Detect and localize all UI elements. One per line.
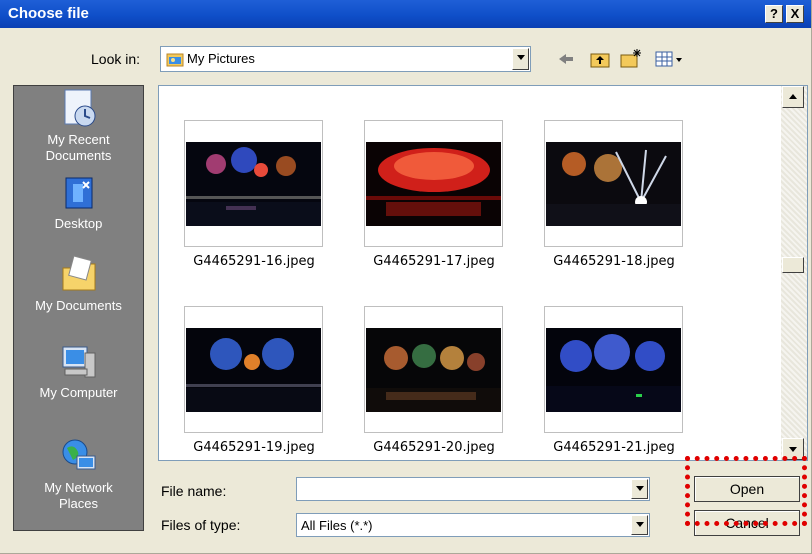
- place-my-computer[interactable]: My Computer: [14, 341, 143, 401]
- place-label: My Network Places: [44, 480, 113, 511]
- file-name-21[interactable]: G4465291-21.jpeg: [534, 440, 694, 455]
- scroll-up-button[interactable]: [782, 86, 804, 108]
- file-type-dropdown-button[interactable]: [631, 515, 648, 535]
- file-name-19[interactable]: G4465291-19.jpeg: [174, 440, 334, 455]
- create-new-folder-icon[interactable]: [620, 48, 642, 68]
- back-icon[interactable]: [557, 52, 575, 66]
- file-name-input[interactable]: [296, 477, 650, 501]
- fireworks-photo: [186, 142, 321, 226]
- title-bar[interactable]: Choose file ? X: [0, 0, 811, 28]
- place-label: Desktop: [54, 216, 103, 231]
- file-name-18[interactable]: G4465291-18.jpeg: [534, 254, 694, 269]
- look-in-combo[interactable]: My Pictures: [160, 46, 531, 72]
- help-button[interactable]: ?: [765, 5, 783, 23]
- place-desktop[interactable]: Desktop: [14, 172, 143, 232]
- places-bar: My Recent Documents Desktop My Documents: [13, 85, 144, 531]
- file-thumbnail-19[interactable]: [184, 306, 323, 433]
- fireworks-photo: [366, 142, 501, 226]
- fireworks-photo: [546, 142, 681, 226]
- my-documents-folder-icon: [62, 255, 95, 291]
- file-thumbnail-17[interactable]: [364, 120, 503, 247]
- up-one-level-icon[interactable]: [590, 50, 610, 68]
- place-my-network-places[interactable]: My Network Places: [14, 436, 143, 512]
- place-my-recent-documents[interactable]: My Recent Documents: [14, 88, 143, 164]
- file-name-dropdown-button[interactable]: [631, 479, 648, 499]
- desktop-icon: [65, 177, 92, 209]
- network-places-icon: [62, 439, 95, 470]
- close-button[interactable]: X: [786, 5, 804, 23]
- file-list-view[interactable]: G4465291-16.jpeg G4465291-17.jpeg G44652…: [158, 85, 808, 461]
- fireworks-photo: [546, 328, 681, 412]
- place-label: My Recent Documents: [45, 132, 112, 163]
- file-thumbnail-21[interactable]: [544, 306, 683, 433]
- file-thumbnail-16[interactable]: [184, 120, 323, 247]
- look-in-label: Look in:: [91, 51, 141, 67]
- view-menu-icon[interactable]: [655, 50, 687, 68]
- my-pictures-folder-icon: [166, 53, 184, 67]
- place-my-documents[interactable]: My Documents: [14, 254, 143, 314]
- file-type-value: All Files (*.*): [301, 518, 373, 533]
- file-type-label: Files of type:: [161, 517, 241, 533]
- file-thumbnail-18[interactable]: [544, 120, 683, 247]
- look-in-dropdown-button[interactable]: [512, 48, 529, 70]
- scroll-thumb[interactable]: [782, 257, 804, 273]
- scroll-up-arrow-icon: [789, 94, 797, 99]
- file-thumbnail-20[interactable]: [364, 306, 503, 433]
- my-computer-icon: [62, 346, 95, 378]
- highlight-box: [685, 456, 807, 526]
- choose-file-dialog: Choose file ? X Look in: My Pictures My …: [0, 0, 812, 554]
- fireworks-photo: [366, 328, 501, 412]
- dialog-title: Choose file: [8, 5, 89, 22]
- look-in-value: My Pictures: [187, 51, 255, 66]
- recent-documents-icon: [64, 89, 95, 127]
- place-label: My Documents: [35, 298, 122, 313]
- file-name-17[interactable]: G4465291-17.jpeg: [354, 254, 514, 269]
- fireworks-photo: [186, 328, 321, 412]
- file-name-label: File name:: [161, 483, 227, 499]
- vertical-scrollbar[interactable]: [781, 86, 807, 460]
- place-label: My Computer: [39, 385, 118, 400]
- file-name-20[interactable]: G4465291-20.jpeg: [354, 440, 514, 455]
- file-name-16[interactable]: G4465291-16.jpeg: [174, 254, 334, 269]
- file-type-select[interactable]: All Files (*.*): [296, 513, 650, 537]
